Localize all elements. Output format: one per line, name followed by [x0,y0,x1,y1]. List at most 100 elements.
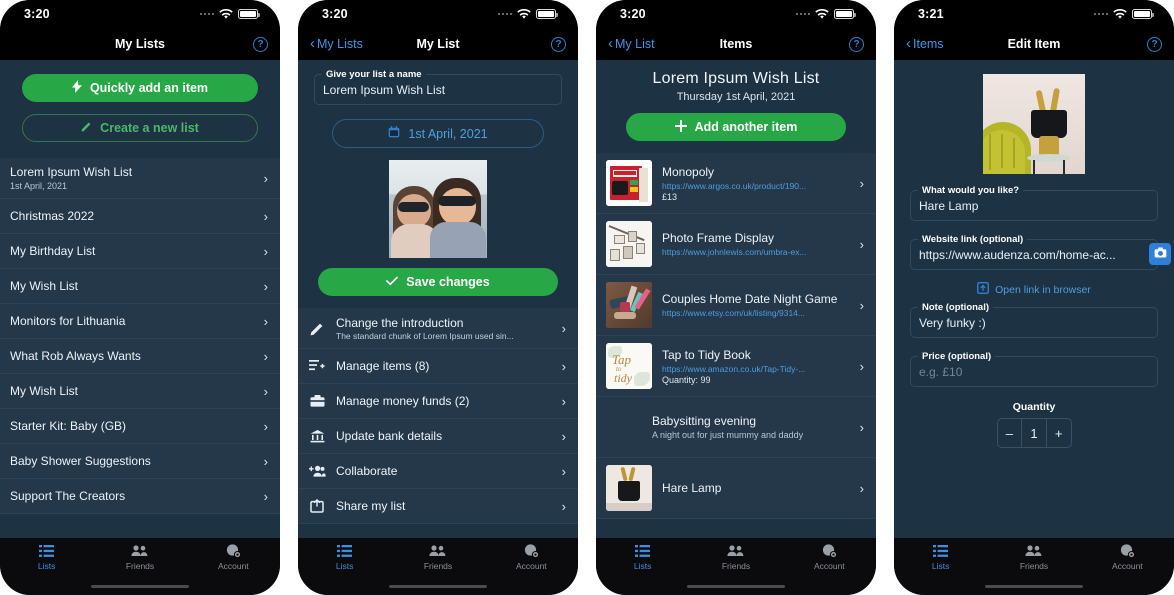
list-name-field[interactable]: Give your list a name Lorem Ipsum Wish L… [314,69,562,105]
tab-account[interactable]: Account [485,544,578,571]
add-person-icon [308,462,326,480]
chevron-right-icon: › [859,175,864,191]
list-item[interactable]: What Rob Always Wants › [0,339,280,374]
tab-lists-label: Lists [931,561,950,571]
item-link: https://www.amazon.co.uk/Tap-Tidy-... [662,363,806,374]
menu-item-update-bank-details[interactable]: Update bank details › [298,419,578,454]
help-icon[interactable]: ? [551,36,566,52]
list-item[interactable]: My Wish List › [0,374,280,409]
back-button-label: My Lists [317,37,363,51]
add-another-item-button[interactable]: Add another item [626,113,846,141]
list-item[interactable]: Babysitting evening A night out for just… [596,397,876,458]
plus-icon [674,119,687,135]
back-button[interactable]: ‹ My Lists [310,36,363,51]
list-options-menu: Change the introduction The standard chu… [298,308,578,524]
tab-lists[interactable]: Lists [298,544,391,571]
tab-lists[interactable]: Lists [596,544,689,571]
chevron-right-icon: › [561,358,566,374]
menu-item-change-introduction[interactable]: Change the introduction The standard chu… [298,308,578,349]
battery-icon [238,9,260,19]
list-item[interactable]: Baby Shower Suggestions › [0,444,280,479]
tab-friends[interactable]: Friends [391,544,484,571]
account-icon [226,544,241,558]
list-item[interactable]: Christmas 2022 › [0,199,280,234]
item-title: Tap to Tidy Book [662,347,751,362]
note-value: Very funky :) [919,316,986,330]
tab-friends[interactable]: Friends [987,544,1080,571]
tab-lists[interactable]: Lists [0,544,93,571]
item-thumbnail [606,160,652,206]
account-icon [822,544,837,558]
quickly-add-item-button[interactable]: Quickly add an item [22,74,258,102]
menu-item-subtitle: The standard chunk of Lorem Ipsum used s… [336,330,514,341]
chevron-right-icon: › [859,236,864,252]
menu-item-collaborate[interactable]: Collaborate › [298,454,578,489]
tab-account[interactable]: Account [1081,544,1174,571]
list-item[interactable]: Photo Frame Display https://www.johnlewi… [596,214,876,275]
list-icon [635,544,651,558]
item-name-field[interactable]: What would you like? Hare Lamp [910,185,1158,221]
list-item[interactable]: Tap to tidy Tap to Tidy Book https://www… [596,336,876,397]
list-item[interactable]: Hare Lamp › [596,458,876,519]
nav-bar: ‹ Items Edit Item ? [894,28,1174,60]
share-icon [308,497,326,515]
price-field[interactable]: Price (optional) e.g. £10 [910,351,1158,387]
home-indicator [91,584,189,588]
wallet-icon [308,392,326,410]
tab-lists-label: Lists [633,561,652,571]
tab-friends[interactable]: Friends [689,544,782,571]
back-button[interactable]: ‹ Items [906,35,944,52]
help-icon[interactable]: ? [1147,36,1162,52]
list-item[interactable]: Lorem Ipsum Wish List 1st April, 2021 › [0,158,280,199]
website-link-field[interactable]: Website link (optional) https://www.aude… [910,234,1171,270]
list-item[interactable]: My Birthday List › [0,234,280,269]
help-icon[interactable]: ? [849,36,864,52]
tab-friends-label: Friends [721,561,751,571]
tab-friends-label: Friends [423,561,453,571]
open-link-in-browser-button[interactable]: Open link in browser [894,282,1174,297]
note-field[interactable]: Note (optional) Very funky :) [910,302,1158,338]
list-item[interactable]: Monitors for Lithuania › [0,304,280,339]
quantity-decrement-button[interactable]: – [998,419,1022,447]
tab-account[interactable]: Account [783,544,876,571]
website-link-label: Website link (optional) [918,234,1028,245]
price-label: Price (optional) [918,351,996,362]
tab-friends[interactable]: Friends [93,544,186,571]
check-icon [386,275,399,289]
home-indicator [985,584,1083,588]
camera-button[interactable] [1149,243,1171,265]
chevron-left-icon: ‹ [906,35,911,52]
date-picker-button[interactable]: 1st April, 2021 [332,119,544,148]
list-item[interactable]: Support The Creators › [0,479,280,514]
list-item-title: Baby Shower Suggestions [10,453,151,468]
item-photo[interactable] [894,74,1174,174]
save-changes-button[interactable]: Save changes [318,268,558,296]
tab-account[interactable]: Account [187,544,280,571]
list-item[interactable]: Monopoly https://www.argos.co.uk/product… [596,153,876,214]
list-item[interactable]: Couples Home Date Night Game https://www… [596,275,876,336]
status-clock: 3:20 [322,7,348,21]
menu-item-title: Update bank details [336,429,443,443]
back-button[interactable]: ‹ My List [608,36,655,51]
list-item[interactable]: My Wish List › [0,269,280,304]
wifi-icon [1113,8,1127,20]
menu-item-share-my-list[interactable]: Share my list › [298,489,578,524]
quantity-increment-button[interactable]: + [1047,419,1071,447]
menu-item-manage-money-funds[interactable]: Manage money funds (2) › [298,384,578,419]
create-new-list-button[interactable]: Create a new list [22,114,258,142]
lists-list: Lorem Ipsum Wish List 1st April, 2021 › … [0,158,280,514]
signal-dots-icon [1093,12,1108,16]
item-link: https://www.argos.co.uk/product/190... [662,180,807,191]
tab-lists[interactable]: Lists [894,544,987,571]
item-thumbnail [606,282,652,328]
help-icon[interactable]: ? [253,36,268,52]
list-item[interactable]: Starter Kit: Baby (GB) › [0,409,280,444]
battery-icon [1132,9,1154,19]
home-indicator [389,584,487,588]
list-cover-photo[interactable] [298,160,578,258]
menu-item-manage-items[interactable]: Manage items (8) › [298,349,578,384]
item-name-value: Hare Lamp [919,199,979,213]
chevron-right-icon: › [561,320,566,336]
quantity-value[interactable]: 1 [1021,419,1047,447]
list-icon [39,544,55,558]
